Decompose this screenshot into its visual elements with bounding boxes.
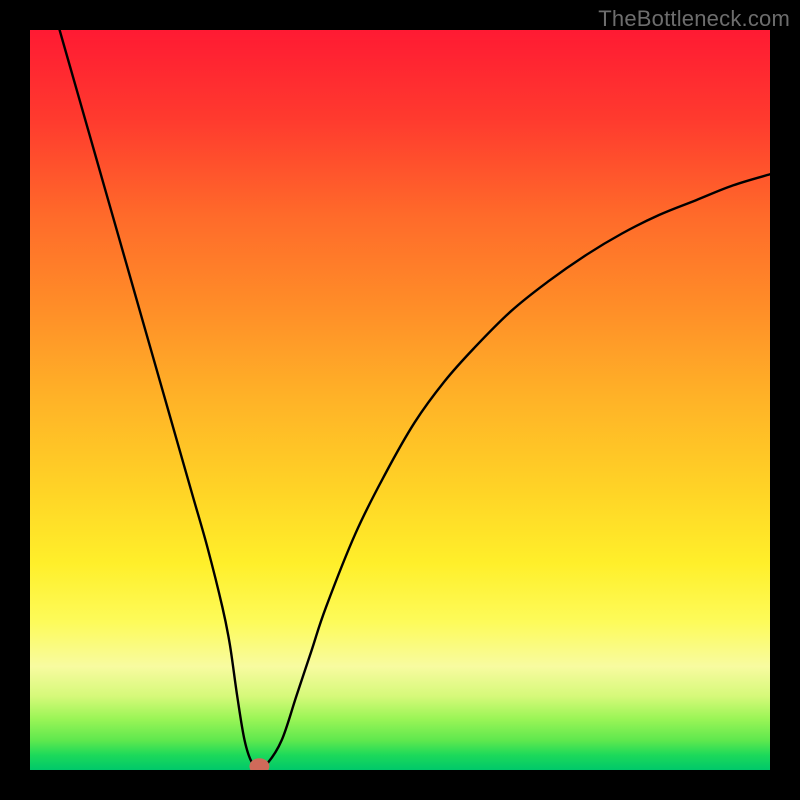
plot-area <box>30 30 770 770</box>
minimum-marker <box>249 758 269 770</box>
bottleneck-curve <box>30 30 770 770</box>
chart-frame: TheBottleneck.com <box>0 0 800 800</box>
watermark-text: TheBottleneck.com <box>598 6 790 32</box>
